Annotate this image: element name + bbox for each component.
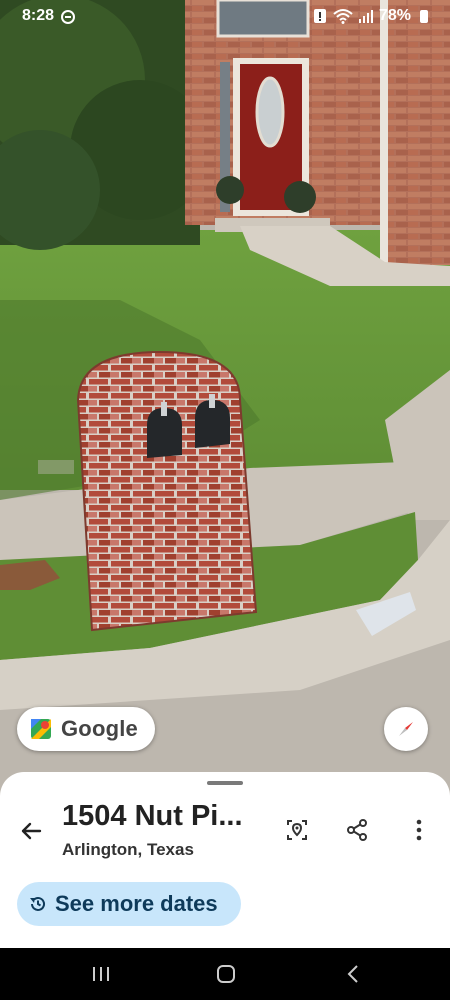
home-button[interactable] [211,960,241,988]
system-nav-bar [0,948,450,1000]
status-right-group: 78% [313,7,428,25]
place-title: 1504 Nut Pi... [62,800,243,832]
see-more-dates-button[interactable]: See more dates [17,882,241,926]
google-maps-icon [31,719,51,739]
status-bar: 8:28 78% [0,0,450,34]
see-more-dates-label: See more dates [55,891,218,916]
compass-icon [399,722,413,736]
home-icon [217,965,235,983]
sheet-drag-handle[interactable] [207,781,243,785]
battery-percent: 78% [378,7,411,24]
do-not-disturb-icon [61,10,75,24]
arrow-back-icon [21,822,42,840]
place-subtitle: Arlington, Texas [62,840,194,859]
nav-back-button[interactable] [338,960,368,988]
back-icon [347,965,358,983]
wifi-icon [333,9,353,24]
location-pin-icon [287,820,307,840]
google-maps-chip[interactable]: Google [17,707,155,751]
more-options-button[interactable] [403,814,435,846]
street-view-panorama[interactable]: 8:28 78% Google [0,0,450,800]
place-bottom-sheet: 1504 Nut Pi... Arlington, Texas See more… [0,772,450,948]
google-label: Google [61,716,138,741]
recent-apps-button[interactable] [86,960,116,988]
share-button[interactable] [341,814,373,846]
history-icon [30,896,45,911]
sim-alert-icon [313,9,326,23]
share-icon [347,819,367,841]
more-vert-icon [416,819,422,841]
back-button[interactable] [16,816,46,846]
signal-icon [358,10,373,23]
view-location-button[interactable] [281,814,313,846]
recent-apps-icon [93,967,109,981]
street-view-image [0,0,450,800]
battery-icon [420,9,428,23]
status-time: 8:28 [22,7,55,24]
compass-button[interactable] [384,707,428,751]
